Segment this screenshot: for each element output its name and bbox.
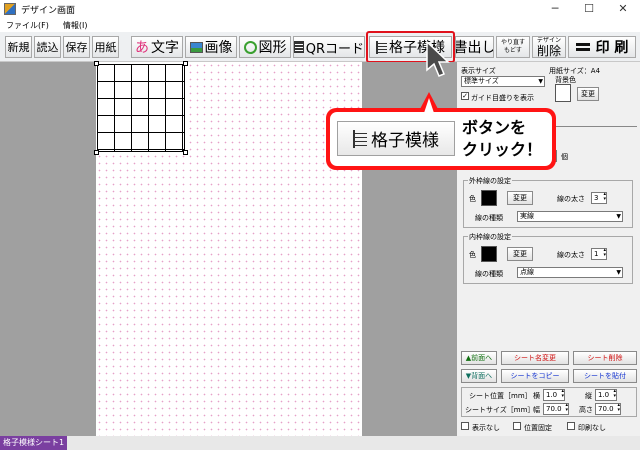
- no-print-label: 印刷なし: [578, 424, 606, 432]
- resize-handle-bottom-left[interactable]: [94, 150, 99, 155]
- count-unit: 個: [561, 153, 568, 161]
- status-bar: 格子模様シート1: [0, 436, 640, 450]
- display-size-label: 表示サイズ: [461, 67, 496, 75]
- lock-position-label: 位置固定: [524, 424, 552, 432]
- no-print-checkbox[interactable]: [567, 422, 575, 430]
- qr-icon: [294, 41, 304, 53]
- workspace-left-margin: [0, 62, 96, 436]
- shape-button-label: 図形: [258, 40, 287, 56]
- bg-color-swatch[interactable]: [555, 84, 571, 102]
- size-h-label: 高さ: [579, 406, 593, 414]
- sheet-rename-button[interactable]: シート名変更: [501, 351, 569, 365]
- outer-thickness-label: 線の太さ: [557, 195, 585, 203]
- size-h-spinner[interactable]: 70.0: [595, 403, 621, 415]
- pos-x-spinner[interactable]: 1.0: [543, 389, 565, 401]
- inner-line-type-select[interactable]: 点線: [517, 267, 623, 278]
- resize-handle-top-right[interactable]: [183, 61, 188, 66]
- title-bar: デザイン画面 ─ ☐ ✕: [0, 0, 640, 18]
- sheet-position-label: シート位置［mm］: [469, 392, 532, 400]
- delete-design-button[interactable]: デザイン 削除: [532, 36, 566, 58]
- circle-icon: [243, 40, 257, 54]
- guide-label: ガイド目盛りを表示: [471, 94, 534, 102]
- app-icon: [4, 3, 16, 15]
- inner-color-change-button[interactable]: 変更: [507, 247, 533, 261]
- resize-handle-top-left[interactable]: [94, 61, 99, 66]
- hide-checkbox[interactable]: [461, 422, 469, 430]
- callout-button-label: 格子模様: [371, 131, 439, 151]
- send-back-button[interactable]: ▼背面へ: [461, 369, 497, 383]
- inner-border-title: 内枠線の設定: [468, 232, 512, 242]
- paper-button[interactable]: 用紙: [92, 36, 119, 58]
- maximize-button[interactable]: ☐: [572, 0, 606, 18]
- inner-color-swatch[interactable]: [481, 246, 497, 262]
- image-button[interactable]: 画像: [185, 36, 237, 58]
- mouse-cursor-icon: [426, 40, 450, 77]
- status-sheet-tab[interactable]: 格子模様シート1: [0, 436, 68, 450]
- lock-position-checkbox[interactable]: [513, 422, 521, 430]
- display-size-select[interactable]: 標準サイズ: [461, 76, 545, 87]
- outer-line-type-select[interactable]: 実線: [517, 211, 623, 222]
- sheet-paste-button[interactable]: シートを貼付: [573, 369, 637, 383]
- size-w-spinner[interactable]: 70.0: [543, 403, 569, 415]
- text-button-label: 文字: [151, 40, 179, 56]
- qr-button[interactable]: QRコード: [293, 36, 365, 58]
- callout-line-2: クリック！: [462, 140, 543, 159]
- new-button[interactable]: 新規: [5, 36, 32, 58]
- outer-border-title: 外枠線の設定: [468, 176, 512, 186]
- callout-grid-button: 格子模様: [337, 121, 455, 156]
- pos-y-label: 縦: [585, 392, 592, 400]
- save-button[interactable]: 保存: [63, 36, 90, 58]
- image-button-label: 画像: [204, 40, 233, 56]
- inner-thickness-spinner[interactable]: 1: [591, 248, 607, 260]
- bg-color-change-button[interactable]: 変更: [577, 87, 599, 101]
- close-button[interactable]: ✕: [606, 0, 640, 18]
- outer-thickness-spinner[interactable]: 3: [591, 192, 607, 204]
- grid-pattern-icon: [353, 129, 367, 148]
- menu-bar: ファイル(F) 情報(I): [0, 18, 640, 32]
- sheet-delete-button[interactable]: シート削除: [573, 351, 637, 365]
- picture-icon: [189, 41, 203, 53]
- text-button[interactable]: あ 文字: [131, 36, 183, 58]
- bring-front-button[interactable]: ▲前面へ: [461, 351, 497, 365]
- resize-handle-bottom-right[interactable]: [183, 150, 188, 155]
- grid-pattern-object[interactable]: [97, 64, 185, 152]
- outer-color-swatch[interactable]: [481, 190, 497, 206]
- outer-line-type-label: 線の種類: [475, 214, 503, 222]
- inner-thickness-label: 線の太さ: [557, 251, 585, 259]
- pos-x-label: 横: [533, 392, 540, 400]
- export-button[interactable]: 書出し: [455, 36, 494, 58]
- guide-checkbox[interactable]: ✓: [461, 92, 469, 100]
- outer-color-change-button[interactable]: 変更: [507, 191, 533, 205]
- inner-line-type-label: 線の種類: [475, 270, 503, 278]
- delete-label: 削除: [536, 44, 561, 58]
- callout-text: ボタンを クリック！: [462, 117, 550, 161]
- sheet-copy-button[interactable]: シートをコピー: [501, 369, 569, 383]
- toolbar: 新規 読込 保存 用紙 あ 文字 画像 図形 QRコード 格子模様 書出し やり…: [0, 32, 640, 62]
- print-button[interactable]: 印 刷: [568, 36, 636, 58]
- inner-color-label: 色: [469, 251, 476, 259]
- printer-icon: [575, 43, 590, 51]
- redo-button[interactable]: やり直す もどす: [496, 36, 530, 58]
- size-w-label: 幅: [533, 406, 540, 414]
- menu-file[interactable]: ファイル(F): [6, 20, 49, 31]
- callout-line-1: ボタンを: [462, 118, 527, 137]
- undo-label: もどす: [504, 47, 522, 54]
- window-title: デザイン画面: [21, 5, 76, 16]
- hiragana-a-icon: あ: [135, 40, 149, 56]
- print-button-label: 印 刷: [595, 40, 629, 56]
- outer-color-label: 色: [469, 195, 476, 203]
- callout-tail-inner: [424, 98, 434, 113]
- hide-label: 表示なし: [472, 424, 500, 432]
- qr-button-label: QRコード: [305, 41, 364, 57]
- sheet-size-label: シートサイズ［mm］: [465, 406, 535, 414]
- menu-info[interactable]: 情報(I): [63, 20, 88, 31]
- redo-top-label: やり直す: [500, 39, 525, 46]
- pos-y-spinner[interactable]: 1.0: [595, 389, 617, 401]
- shape-button[interactable]: 図形: [239, 36, 291, 58]
- open-button[interactable]: 読込: [34, 36, 61, 58]
- minimize-button[interactable]: ─: [538, 0, 572, 18]
